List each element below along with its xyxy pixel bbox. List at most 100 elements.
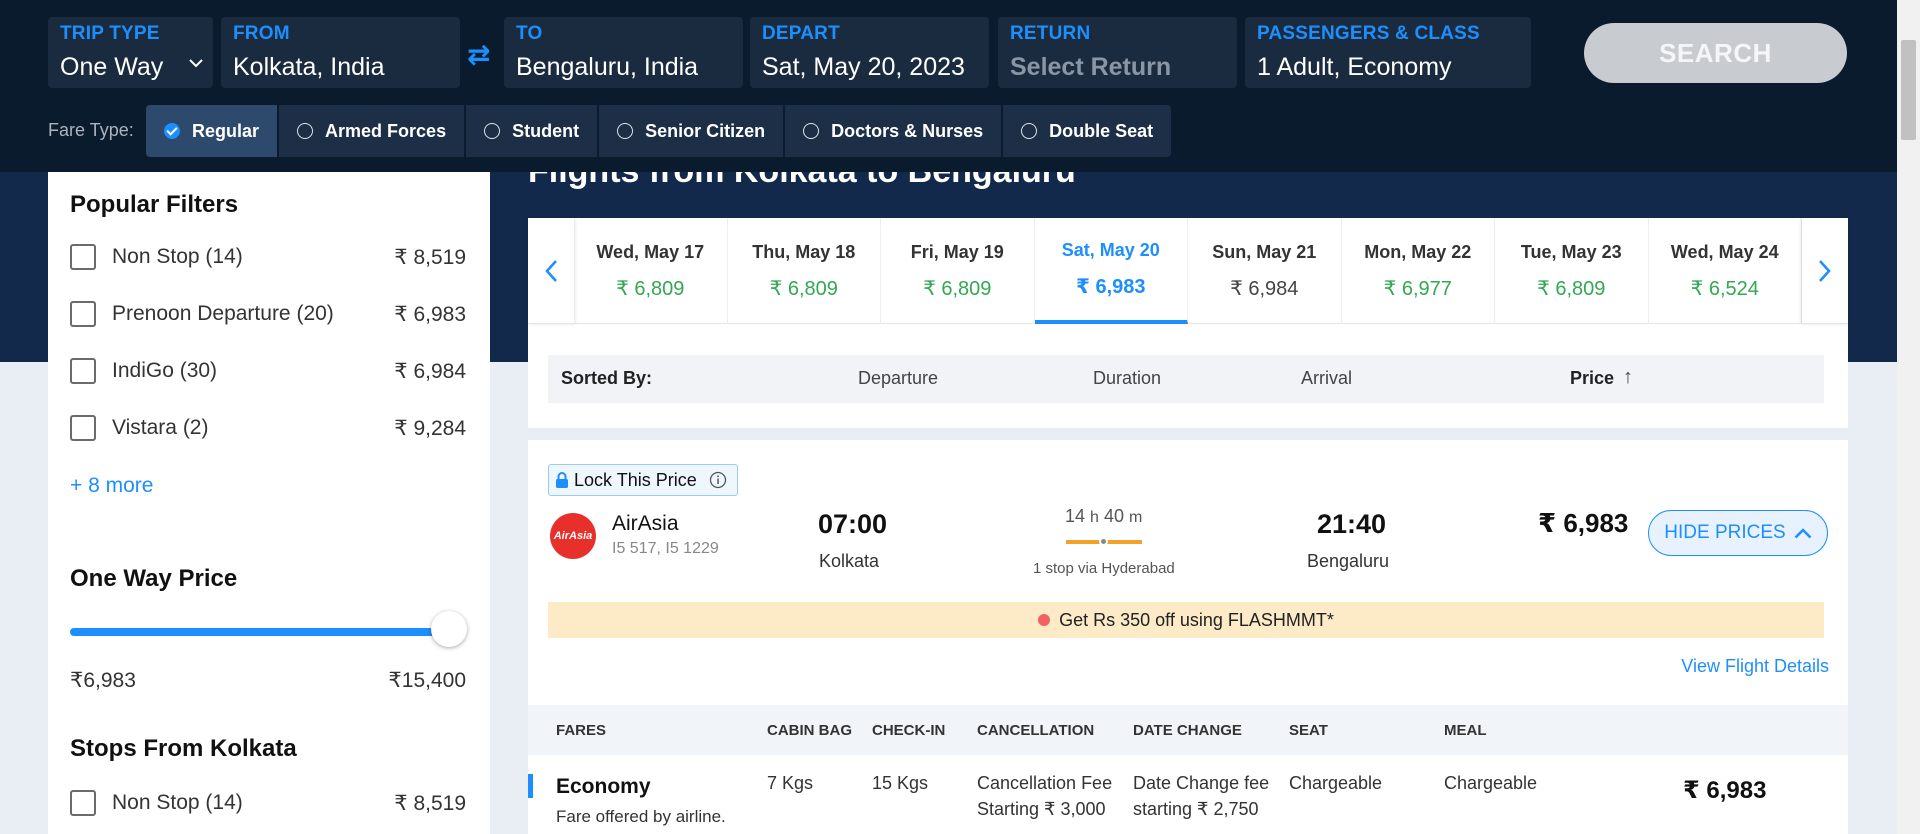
sort-price[interactable]: Price <box>1570 368 1614 389</box>
lock-price-button[interactable]: Lock This Price <box>548 464 738 496</box>
more-filters-link[interactable]: + 8 more <box>70 474 153 498</box>
stop-info: 1 stop via Hyderabad <box>1033 560 1175 577</box>
return-label: RETURN <box>1010 23 1091 44</box>
date-cell[interactable]: Wed, May 24 ₹ 6,524 <box>1649 218 1802 324</box>
chevron-up-icon <box>1794 527 1812 538</box>
radio-icon <box>1021 123 1038 139</box>
fare-option-double-seat[interactable]: Double Seat <box>1003 105 1172 157</box>
airline-name: AirAsia <box>612 512 679 535</box>
fare-seat: Chargeable <box>1289 773 1383 793</box>
fare-check-in: 15 Kgs <box>872 773 929 793</box>
page-scrollbar[interactable] <box>1897 0 1920 834</box>
from-value: Kolkata, India <box>233 53 385 81</box>
filter-prenoon-departure[interactable]: Prenoon Departure (20) ₹ 6,983 <box>70 299 466 329</box>
fare-option-regular[interactable]: Regular <box>146 105 278 157</box>
col-date-change: DATE CHANGE <box>1133 722 1242 739</box>
results-panel: Wed, May 17 ₹ 6,809 Thu, May 18 ₹ 6,809 Fr… <box>528 218 1848 834</box>
filter-label: Non Stop (14) <box>112 245 243 268</box>
duration-hours: 14 <box>1065 506 1086 526</box>
prev-dates-button[interactable] <box>528 218 574 324</box>
chevron-down-icon <box>189 59 203 68</box>
date-price: ₹ 6,983 <box>1075 275 1146 298</box>
trip-type-select[interactable]: TRIP TYPE One Way <box>48 17 213 88</box>
trip-type-value: One Way <box>60 53 164 81</box>
date-label: Wed, May 24 <box>1670 241 1779 262</box>
next-dates-button[interactable] <box>1802 218 1848 324</box>
search-button[interactable]: SEARCH <box>1584 23 1847 83</box>
return-field[interactable]: RETURN Select Return <box>998 17 1237 88</box>
scrollbar-thumb[interactable] <box>1901 40 1916 140</box>
filter-price: ₹ 8,519 <box>394 791 466 815</box>
filter-stops-non-stop[interactable]: Non Stop (14) ₹ 8,519 <box>70 788 466 818</box>
date-cell[interactable]: Mon, May 22 ₹ 6,977 <box>1342 218 1495 324</box>
radio-icon <box>297 123 314 139</box>
price-slider-track[interactable] <box>70 628 440 636</box>
fare-option-armed-forces[interactable]: Armed Forces <box>279 105 465 157</box>
arrival-time: 21:40 <box>1317 509 1387 539</box>
date-cell[interactable]: Fri, May 19 ₹ 6,809 <box>881 218 1035 324</box>
sort-departure[interactable]: Departure <box>858 368 938 389</box>
passengers-class-field[interactable]: PASSENGERS & CLASS 1 Adult, Economy <box>1245 17 1531 88</box>
flight-duration: 14 h 40 m <box>1065 506 1142 527</box>
date-label: Wed, May 17 <box>596 241 705 262</box>
lock-icon <box>556 471 568 488</box>
radio-icon <box>617 123 634 139</box>
to-label: TO <box>516 23 543 44</box>
filter-price: ₹ 6,983 <box>394 302 466 326</box>
price-slider-handle[interactable] <box>431 611 467 647</box>
to-field[interactable]: TO Bengaluru, India <box>504 17 743 88</box>
hide-prices-button[interactable]: HIDE PRICES <box>1648 510 1828 556</box>
depart-field[interactable]: DEPART Sat, May 20, 2023 <box>750 17 989 88</box>
checkbox[interactable] <box>70 301 96 327</box>
fare-option-doctors-nurses[interactable]: Doctors & Nurses <box>785 105 1002 157</box>
stop-dot <box>1099 537 1108 546</box>
fare-accent <box>528 774 533 798</box>
col-check-in: CHECK-IN <box>872 722 946 739</box>
cancellation-line-1: Cancellation Fee <box>977 773 1113 793</box>
filters-sidebar: Popular Filters Non Stop (14) ₹ 8,519 Pr… <box>48 172 490 834</box>
date-label: Fri, May 19 <box>910 241 1004 262</box>
fare-date-change: Date Change fee starting ₹ 2,750 <box>1133 770 1269 822</box>
date-label: Mon, May 22 <box>1364 241 1472 262</box>
filter-non-stop[interactable]: Non Stop (14) ₹ 8,519 <box>70 242 466 272</box>
date-cell[interactable]: Tue, May 23 ₹ 6,809 <box>1495 218 1649 324</box>
depart-label: DEPART <box>762 23 840 44</box>
filter-vistara[interactable]: Vistara (2) ₹ 9,284 <box>70 413 466 443</box>
filter-indigo[interactable]: IndiGo (30) ₹ 6,984 <box>70 356 466 386</box>
checkbox[interactable] <box>70 358 96 384</box>
departure-time: 07:00 <box>818 509 888 539</box>
sort-duration[interactable]: Duration <box>1093 368 1161 389</box>
to-value: Bengaluru, India <box>516 53 699 81</box>
filter-price: ₹ 6,984 <box>394 359 466 383</box>
checkbox[interactable] <box>70 790 96 816</box>
checkbox[interactable] <box>70 244 96 270</box>
airline-logo: AirAsia <box>550 513 596 559</box>
view-flight-details-link[interactable]: View Flight Details <box>1681 656 1829 677</box>
fare-option-label: Senior Citizen <box>645 120 766 141</box>
sort-arrival[interactable]: Arrival <box>1301 368 1352 389</box>
date-cell-selected[interactable]: Sat, May 20 ₹ 6,983 <box>1034 218 1188 324</box>
chevron-left-icon <box>545 260 557 282</box>
fare-type-group: Regular Armed Forces Student Senior Citi… <box>146 105 1172 157</box>
date-cell[interactable]: Sun, May 21 ₹ 6,984 <box>1188 218 1342 324</box>
col-fares: FARES <box>556 722 607 739</box>
fare-option-student[interactable]: Student <box>466 105 598 157</box>
one-way-price-heading: One Way Price <box>70 565 238 592</box>
promo-text: Get Rs 350 off using FLASHMMT* <box>1059 609 1334 630</box>
date-price: ₹ 6,809 <box>923 277 992 300</box>
col-meal: MEAL <box>1444 722 1487 739</box>
date-cell[interactable]: Thu, May 18 ₹ 6,809 <box>728 218 881 324</box>
info-icon[interactable] <box>709 471 727 489</box>
filter-label: Non Stop (14) <box>112 791 243 814</box>
swap-icon[interactable]: ⇄ <box>467 38 490 71</box>
date-cell[interactable]: Wed, May 17 ₹ 6,809 <box>574 218 728 324</box>
checkbox[interactable] <box>70 415 96 441</box>
chevron-right-icon <box>1819 260 1831 282</box>
popular-filters-heading: Popular Filters <box>70 191 239 218</box>
date-label: Thu, May 18 <box>752 241 856 262</box>
filter-label: IndiGo (30) <box>112 359 218 382</box>
from-field[interactable]: FROM Kolkata, India <box>221 17 460 88</box>
col-cabin-bag: CABIN BAG <box>767 722 852 739</box>
sort-bar: Sorted By: Departure Duration Arrival Pr… <box>548 355 1824 403</box>
fare-option-senior-citizen[interactable]: Senior Citizen <box>599 105 784 157</box>
